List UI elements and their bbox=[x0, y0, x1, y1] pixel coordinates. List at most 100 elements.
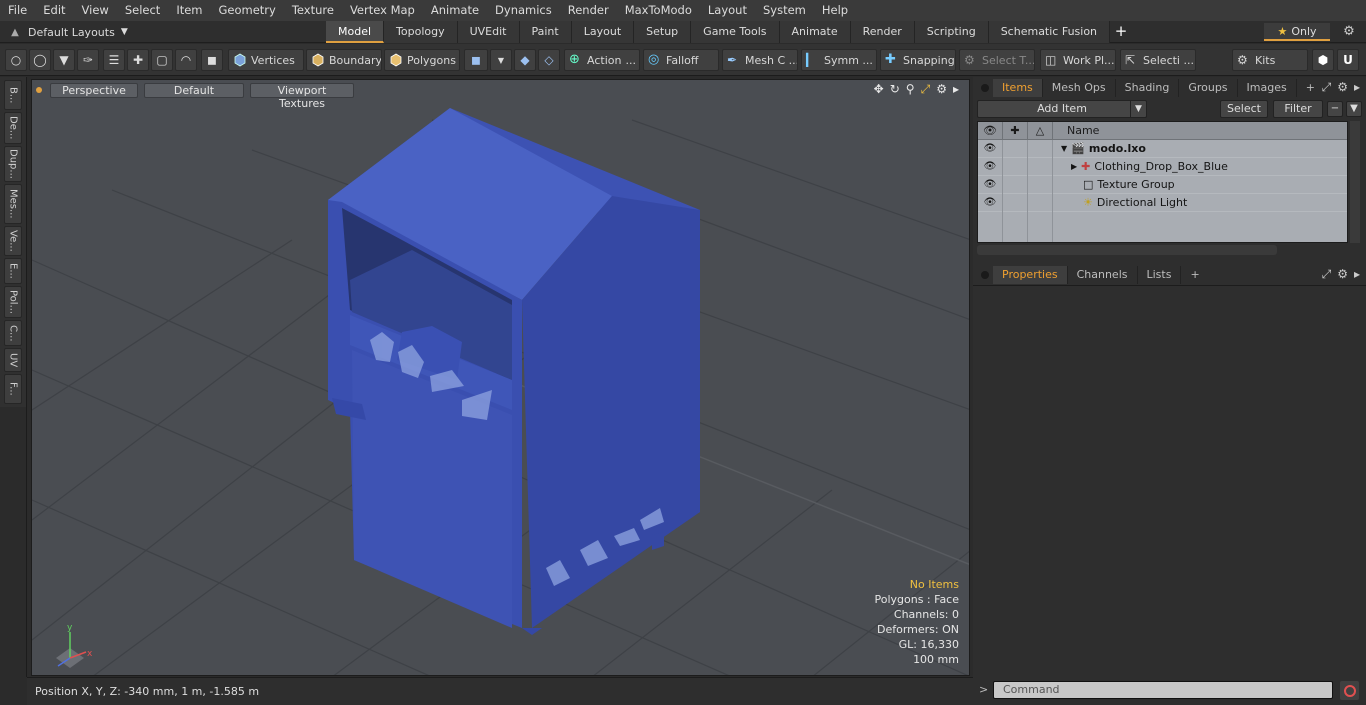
collapse-icon[interactable]: − bbox=[1327, 101, 1343, 117]
globe-icon[interactable]: ◯ bbox=[29, 49, 51, 71]
viewport-scene[interactable]: y x bbox=[32, 80, 970, 676]
menu-system[interactable]: System bbox=[755, 0, 814, 21]
visibility-column-eye-icon[interactable]: 👁 bbox=[978, 122, 1003, 139]
select-button[interactable]: Select bbox=[1220, 100, 1268, 118]
tab-model[interactable]: Model bbox=[326, 21, 385, 43]
tree-item[interactable]: □ Texture Group bbox=[1053, 178, 1175, 191]
tab-setup[interactable]: Setup bbox=[634, 21, 692, 43]
item-mode-icon[interactable]: ◼ bbox=[464, 49, 488, 71]
menu-edit[interactable]: Edit bbox=[35, 0, 73, 21]
menu-layout[interactable]: Layout bbox=[700, 0, 755, 21]
shading-default-button[interactable]: Default bbox=[144, 82, 244, 98]
tab-schematic-fusion[interactable]: Schematic Fusion bbox=[988, 21, 1111, 43]
panel-menu-dot[interactable] bbox=[981, 271, 989, 279]
tree-vertical-scrollbar[interactable] bbox=[1350, 121, 1360, 243]
expand-panel-icon[interactable]: ⤢ bbox=[1322, 267, 1332, 282]
eye-icon[interactable]: 👁 bbox=[978, 175, 1003, 194]
chevron-down-icon[interactable]: ▼ bbox=[1130, 101, 1146, 117]
tree-horizontal-scrollbar[interactable] bbox=[977, 245, 1277, 255]
tab-animate[interactable]: Animate bbox=[779, 21, 851, 43]
menu-geometry[interactable]: Geometry bbox=[211, 0, 284, 21]
maximize-icon[interactable]: ⤢ bbox=[921, 82, 931, 97]
add-tab-icon[interactable]: + bbox=[1110, 21, 1132, 43]
orbit-icon[interactable]: ↻ bbox=[890, 82, 900, 97]
3d-viewport[interactable]: y x Perspective Default Viewport Texture… bbox=[31, 79, 970, 676]
tab-game-tools[interactable]: Game Tools bbox=[691, 21, 780, 43]
select-through-button[interactable]: ⚙ Select T... bbox=[959, 49, 1035, 71]
vertices-button[interactable]: Vertices bbox=[228, 49, 304, 71]
action-center-button[interactable]: ⊕ Action ... bbox=[564, 49, 640, 71]
tab-shading[interactable]: Shading bbox=[1116, 79, 1180, 97]
tree-row[interactable]: 👁 ▶ ✚ Clothing_Drop_Box_Blue bbox=[978, 157, 1347, 176]
mesh-constraint-button[interactable]: ✒ Mesh C ... bbox=[722, 49, 798, 71]
layouts-dropdown[interactable]: ▲ Default Layouts ▼ bbox=[8, 23, 128, 41]
menu-vertex-map[interactable]: Vertex Map bbox=[342, 0, 423, 21]
expand-triangle-icon[interactable]: ▶ bbox=[1071, 162, 1077, 171]
tree-item[interactable]: ☀ Directional Light bbox=[1053, 196, 1187, 209]
left-tab-mesh-edit[interactable]: Mes... bbox=[4, 184, 22, 224]
texture-mode-icon[interactable]: ◇ bbox=[538, 49, 560, 71]
left-tab-duplicate[interactable]: Dup... bbox=[4, 146, 22, 182]
work-plane-button[interactable]: ◫ Work Pl... bbox=[1040, 49, 1116, 71]
left-tab-fusion[interactable]: F... bbox=[4, 374, 22, 404]
symmetry-button[interactable]: ▎ Symm ... bbox=[801, 49, 877, 71]
panel-menu-icon[interactable]: ▸ bbox=[1354, 267, 1360, 282]
menu-view[interactable]: View bbox=[74, 0, 117, 21]
tab-items[interactable]: Items bbox=[993, 79, 1043, 97]
tab-uvedit[interactable]: UVEdit bbox=[457, 21, 520, 43]
tree-row[interactable]: 👁 ▼ 🎬 modo.lxo bbox=[978, 139, 1347, 158]
zoom-icon[interactable]: ⚲ bbox=[906, 82, 915, 97]
collapse-arrow-icon[interactable]: ▲ bbox=[8, 27, 22, 38]
menu-render[interactable]: Render bbox=[560, 0, 617, 21]
selection-sets-button[interactable]: ⇱ Selecti ... bbox=[1120, 49, 1196, 71]
add-panel-tab-icon[interactable]: + bbox=[1297, 79, 1324, 97]
menu-animate[interactable]: Animate bbox=[423, 0, 487, 21]
brush-icon[interactable]: ✑ bbox=[77, 49, 99, 71]
expand-panel-icon[interactable]: ⤢ bbox=[1322, 80, 1332, 95]
tab-scripting[interactable]: Scripting bbox=[914, 21, 989, 43]
tab-properties[interactable]: Properties bbox=[993, 266, 1068, 284]
menu-help[interactable]: Help bbox=[814, 0, 856, 21]
viewport-textures-button[interactable]: Viewport Textures bbox=[250, 82, 354, 110]
viewport-menu-dot[interactable] bbox=[36, 87, 42, 93]
falloff-button[interactable]: ◎ Falloff bbox=[643, 49, 719, 71]
left-tab-basic[interactable]: B... bbox=[4, 80, 22, 110]
tab-paint[interactable]: Paint bbox=[519, 21, 572, 43]
left-tab-edge[interactable]: E... bbox=[4, 258, 22, 284]
cube-icon[interactable]: ◼ bbox=[201, 49, 223, 71]
panel-menu-icon[interactable]: ▸ bbox=[1354, 80, 1360, 95]
tab-layout[interactable]: Layout bbox=[571, 21, 635, 43]
rotate-circle-icon[interactable]: ◠ bbox=[175, 49, 197, 71]
eye-icon[interactable]: 👁 bbox=[978, 139, 1003, 158]
tab-groups[interactable]: Groups bbox=[1179, 79, 1238, 97]
only-toggle-button[interactable]: ★ Only bbox=[1264, 23, 1330, 41]
menu-select[interactable]: Select bbox=[117, 0, 168, 21]
menu-maxtomodo[interactable]: MaxToModo bbox=[617, 0, 700, 21]
eye-icon[interactable]: 👁 bbox=[978, 193, 1003, 212]
add-panel-tab-icon[interactable]: + bbox=[1181, 266, 1208, 284]
pen-icon[interactable]: ▼ bbox=[53, 49, 75, 71]
viewport-settings-icon[interactable]: ⚙ bbox=[936, 82, 947, 97]
panel-settings-icon[interactable]: ⚙ bbox=[1337, 267, 1348, 282]
menu-file[interactable]: File bbox=[0, 0, 35, 21]
kits-button[interactable]: ⚙ Kits bbox=[1232, 49, 1308, 71]
select-circle-icon[interactable]: ○ bbox=[5, 49, 27, 71]
tab-render[interactable]: Render bbox=[850, 21, 915, 43]
command-input[interactable]: Command bbox=[993, 681, 1333, 699]
view-perspective-button[interactable]: Perspective bbox=[50, 82, 138, 98]
clothing-drop-box-model[interactable] bbox=[328, 108, 700, 635]
align-icon[interactable]: ☰ bbox=[103, 49, 125, 71]
tree-item[interactable]: ▼ 🎬 modo.lxo bbox=[1053, 142, 1146, 155]
filter-button[interactable]: Filter bbox=[1273, 100, 1323, 118]
name-column-header[interactable]: Name bbox=[1053, 122, 1099, 139]
tree-row[interactable]: 👁 □ Texture Group bbox=[978, 175, 1347, 194]
left-tab-polygon[interactable]: Pol... bbox=[4, 286, 22, 318]
center-icon[interactable]: ✚ bbox=[127, 49, 149, 71]
chevron-down-icon[interactable]: ▼ bbox=[490, 49, 512, 71]
add-item-button[interactable]: Add Item ▼ bbox=[977, 100, 1147, 118]
gear-icon[interactable]: ⚙ bbox=[1340, 23, 1358, 41]
render-column-icon[interactable]: △ bbox=[1028, 122, 1053, 139]
left-tab-deform[interactable]: De... bbox=[4, 112, 22, 144]
left-tab-vertex[interactable]: Ve... bbox=[4, 226, 22, 256]
expand-triangle-icon[interactable]: ▼ bbox=[1061, 144, 1067, 153]
